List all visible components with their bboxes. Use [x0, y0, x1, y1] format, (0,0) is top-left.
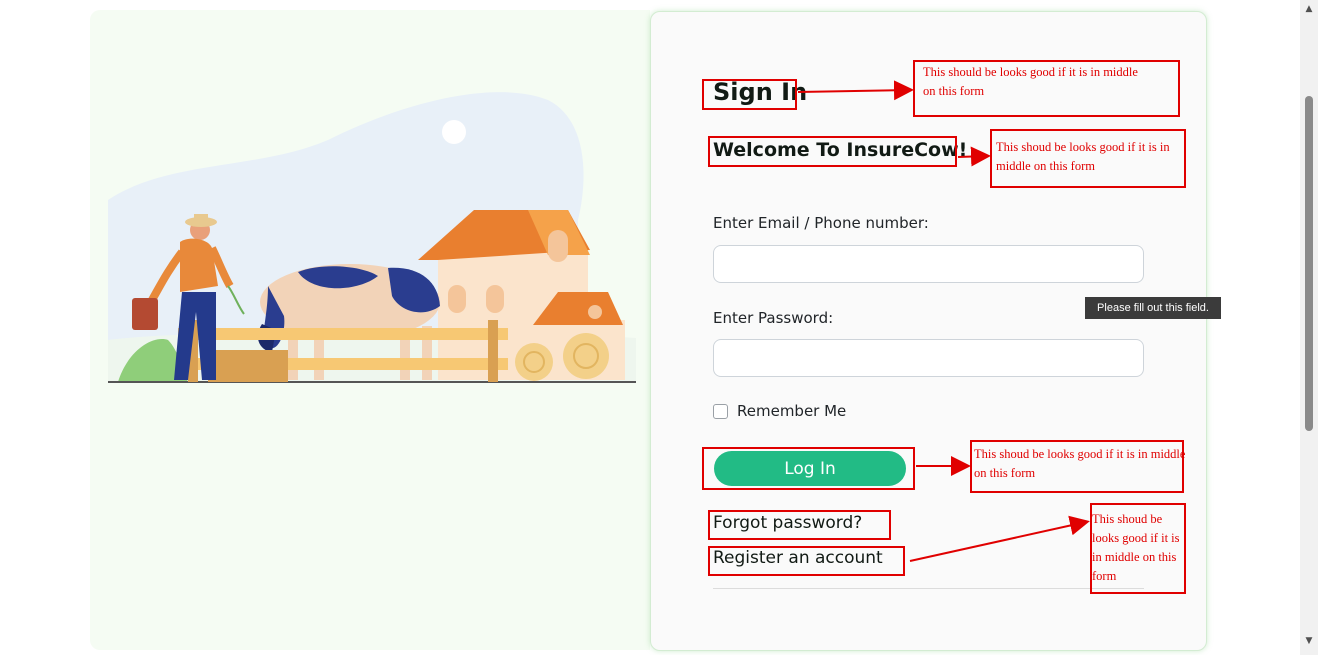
highlight-forgot — [708, 510, 891, 540]
scroll-up-icon[interactable]: ▲ — [1300, 2, 1318, 16]
highlight-login — [702, 447, 915, 490]
annotation-text-4: This shoud be looks good if it is in mid… — [1092, 512, 1180, 583]
annotation-text-2: This shoud be looks good if it is in mid… — [996, 140, 1170, 173]
scroll-down-icon[interactable]: ▼ — [1300, 634, 1318, 648]
annotation-text-1: This should be looks good if it is in mi… — [923, 65, 1138, 98]
highlight-title — [702, 79, 797, 110]
email-input[interactable] — [713, 245, 1144, 283]
remember-me-checkbox[interactable] — [713, 403, 728, 419]
validation-tooltip: Please fill out this field. — [1085, 297, 1221, 319]
scroll-thumb[interactable] — [1305, 96, 1313, 431]
illustration-panel — [90, 10, 650, 650]
farm-illustration — [108, 92, 636, 383]
remember-me[interactable]: Remember Me — [713, 402, 846, 420]
email-label: Enter Email / Phone number: — [713, 214, 929, 232]
annotation-text-3: This shoud be looks good if it is in mid… — [974, 447, 1186, 480]
page-scrollbar[interactable]: ▲ ▼ — [1300, 0, 1318, 655]
remember-me-label: Remember Me — [737, 402, 847, 420]
highlight-subtitle — [708, 136, 957, 167]
password-label: Enter Password: — [713, 309, 834, 327]
highlight-register — [708, 546, 905, 576]
password-input[interactable] — [713, 339, 1144, 377]
form-divider — [713, 588, 1144, 589]
